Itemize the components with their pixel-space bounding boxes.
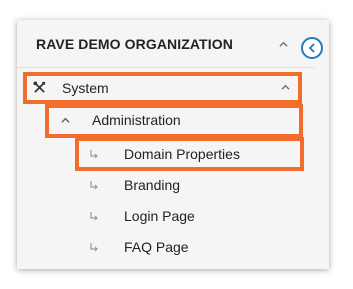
subitem-arrow-icon <box>90 212 98 221</box>
sidebar-item-branding[interactable]: Branding <box>87 175 297 195</box>
collapse-sidebar-button[interactable] <box>301 37 323 59</box>
subitem-arrow-icon <box>90 181 98 190</box>
chevron-up-icon[interactable] <box>279 40 288 49</box>
chevron-left-icon <box>308 43 315 53</box>
org-title: RAVE DEMO ORGANIZATION <box>36 36 233 52</box>
sidebar-item-label: Branding <box>124 177 181 193</box>
highlight-box-domain-properties <box>75 137 304 171</box>
highlight-box-administration <box>45 104 303 138</box>
screenshot-canvas: RAVE DEMO ORGANIZATION System Administra… <box>0 0 353 289</box>
sidebar-item-faq-page[interactable]: FAQ Page <box>87 237 297 257</box>
subitem-arrow-icon <box>90 243 98 252</box>
sidebar-item-login-page[interactable]: Login Page <box>87 206 297 226</box>
sidebar-item-label: Login Page <box>124 208 195 224</box>
sidebar-item-label: FAQ Page <box>124 239 189 255</box>
highlight-box-system <box>23 72 302 104</box>
header-divider <box>17 67 315 68</box>
